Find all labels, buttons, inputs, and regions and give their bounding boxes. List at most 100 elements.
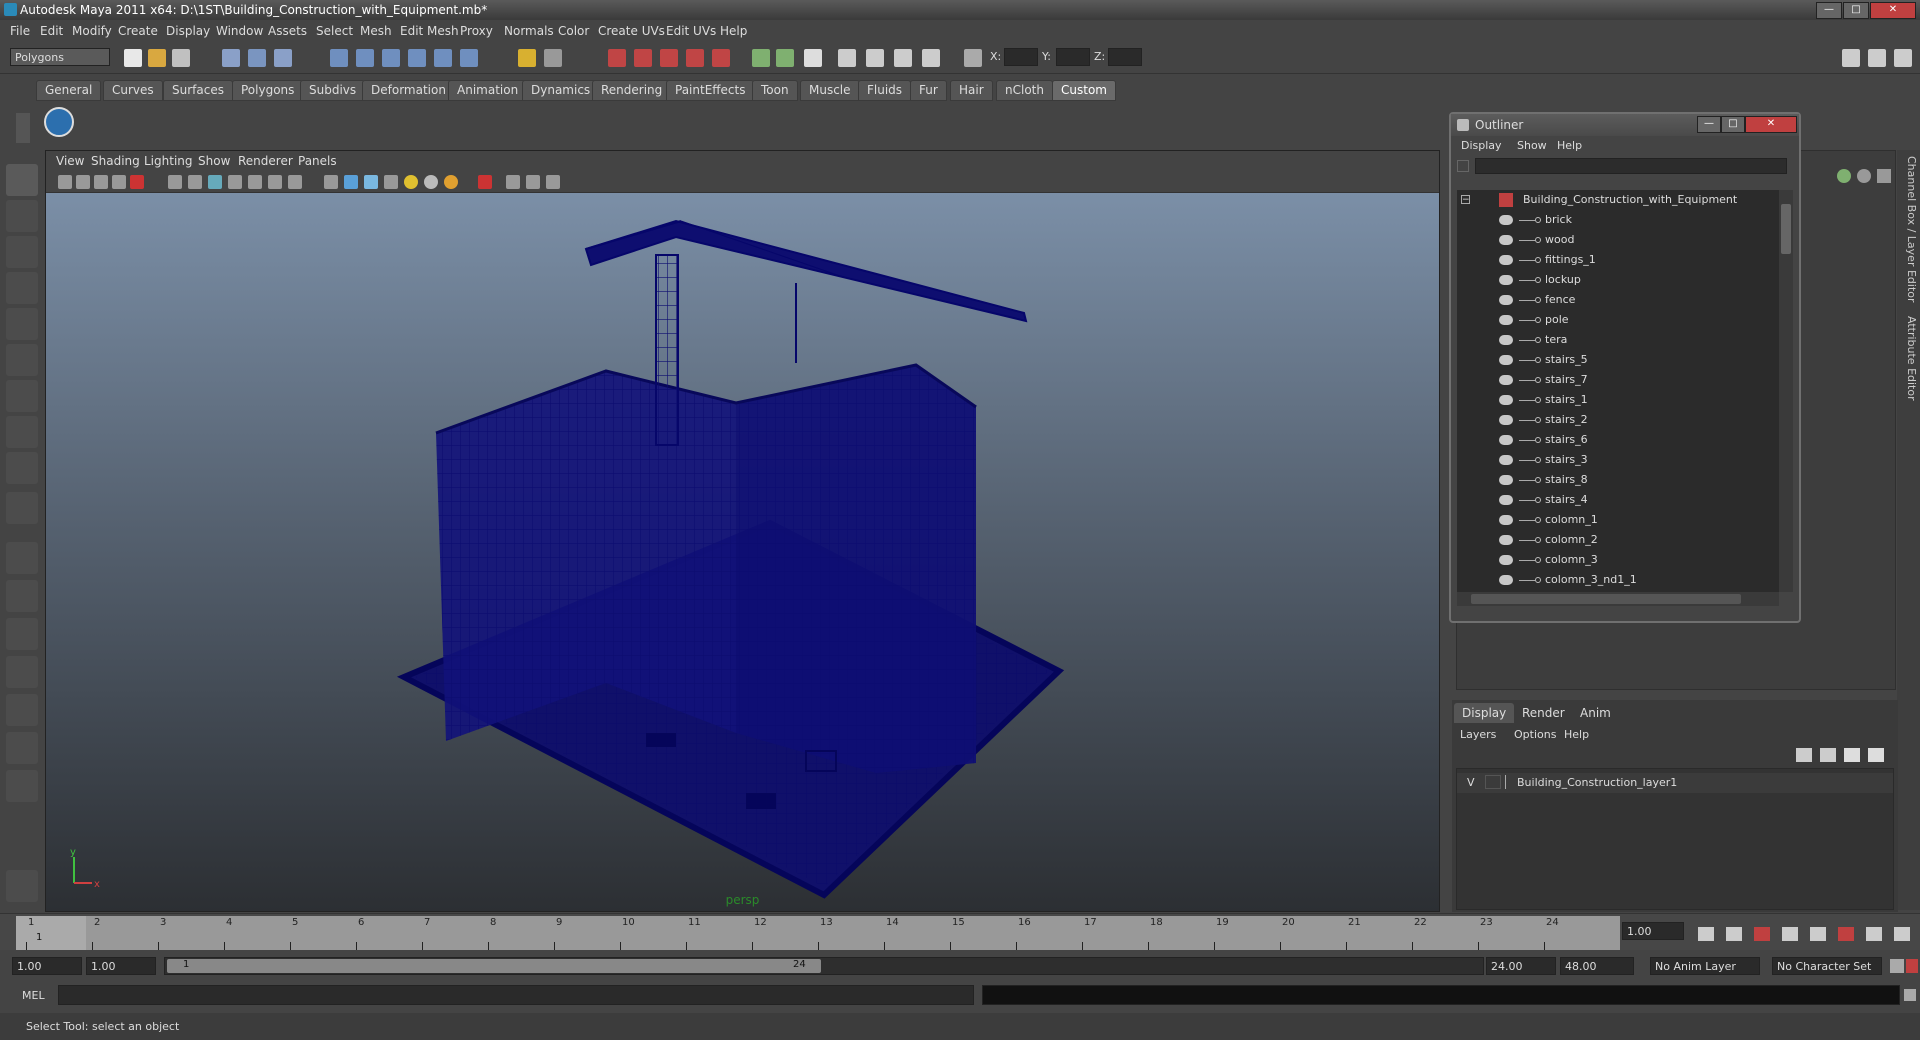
step-back-key-icon[interactable]	[1726, 927, 1742, 941]
outliner-item[interactable]: fence	[1457, 290, 1779, 310]
menu-edit[interactable]: Edit	[40, 24, 63, 38]
outliner-item[interactable]: stairs_4	[1457, 490, 1779, 510]
side-tab-attribute-editor[interactable]: Attribute Editor	[1899, 316, 1918, 401]
menu-edit-uvs[interactable]: Edit UVs	[666, 24, 716, 38]
default-light-icon[interactable]	[404, 175, 418, 189]
shelf-tab-surfaces[interactable]: Surfaces	[163, 80, 233, 101]
outliner-item[interactable]: colomn_3_nd1_1	[1457, 570, 1779, 590]
command-language-label[interactable]: MEL	[22, 989, 45, 1002]
script-editor-icon[interactable]	[1904, 989, 1916, 1001]
menu-color[interactable]: Color	[558, 24, 589, 38]
perspective-viewport[interactable]: View Shading Lighting Show Renderer Pane…	[45, 150, 1440, 912]
outliner-minimize-button[interactable]: —	[1697, 116, 1721, 133]
layer-tab-display[interactable]: Display	[1454, 703, 1515, 723]
outliner-menu-display[interactable]: Display	[1461, 139, 1502, 152]
animation-end-field[interactable]: 48.00	[1560, 957, 1634, 975]
shelf-tab-painteffects[interactable]: PaintEffects	[666, 80, 755, 101]
menu-window[interactable]: Window	[216, 24, 263, 38]
go-to-end-icon[interactable]	[1894, 927, 1910, 941]
shelf-tab-ncloth[interactable]: nCloth	[996, 80, 1053, 101]
outliner-item[interactable]: colomn_3	[1457, 550, 1779, 570]
snap-surface-icon[interactable]	[434, 49, 452, 67]
outliner-root-row[interactable]: − Building_Construction_with_Equipment	[1457, 190, 1779, 210]
render-view-icon[interactable]	[712, 49, 730, 67]
character-set-dropdown[interactable]: No Character Set	[1772, 957, 1882, 975]
viewport-menu-shading[interactable]: Shading	[91, 154, 140, 168]
new-scene-icon[interactable]	[124, 49, 142, 67]
toggle-channel-box-icon[interactable]	[1894, 49, 1912, 67]
layer-tab-anim[interactable]: Anim	[1572, 703, 1619, 723]
menu-display[interactable]: Display	[166, 24, 210, 38]
toggle-attribute-editor-icon[interactable]	[1868, 49, 1886, 67]
shelf-tab-muscle[interactable]: Muscle	[800, 80, 860, 101]
viewport-menu-renderer[interactable]: Renderer	[238, 154, 293, 168]
range-slider-track[interactable]: 1 24	[164, 957, 1484, 975]
shelf-tab-polygons[interactable]: Polygons	[232, 80, 304, 101]
layer-name[interactable]: Building_Construction_layer1	[1517, 776, 1677, 789]
play-forward-icon[interactable]	[1810, 927, 1826, 941]
settings-icon[interactable]	[6, 870, 38, 902]
last-tool-icon[interactable]	[6, 452, 38, 484]
outliner-vertical-scrollbar[interactable]	[1779, 190, 1793, 592]
menu-mesh[interactable]: Mesh	[360, 24, 392, 38]
menu-file[interactable]: File	[10, 24, 30, 38]
shelf-tab-rendering[interactable]: Rendering	[592, 80, 672, 101]
snap-point-icon[interactable]	[382, 49, 400, 67]
layer-menu-options[interactable]: Options	[1514, 728, 1556, 741]
field-chart-icon[interactable]	[248, 175, 262, 189]
new-layer-icon[interactable]	[1844, 748, 1860, 762]
hypershade-layout-icon[interactable]	[6, 694, 38, 726]
step-forward-key-icon[interactable]	[1866, 927, 1882, 941]
outliner-item[interactable]: stairs_2	[1457, 410, 1779, 430]
rotate-tool-icon[interactable]	[6, 308, 38, 340]
camera-attributes-icon[interactable]	[76, 175, 90, 189]
menu-help[interactable]: Help	[720, 24, 747, 38]
auto-key-icon[interactable]	[1890, 959, 1904, 973]
new-layer-selected-icon[interactable]	[1868, 748, 1884, 762]
collapse-icon[interactable]: −	[1461, 195, 1470, 205]
outliner-item[interactable]: stairs_7	[1457, 370, 1779, 390]
menu-proxy[interactable]: Proxy	[460, 24, 493, 38]
viewport-menu-show[interactable]: Show	[198, 154, 230, 168]
xray-components-icon[interactable]	[546, 175, 560, 189]
input-line-icon[interactable]	[752, 49, 770, 67]
outliner-item[interactable]: stairs_5	[1457, 350, 1779, 370]
ipr-render-icon[interactable]	[634, 49, 652, 67]
layer-row[interactable]: V Building_Construction_layer1	[1457, 773, 1893, 793]
menu-edit-mesh[interactable]: Edit Mesh	[400, 24, 459, 38]
smooth-shade-icon[interactable]	[344, 175, 358, 189]
channel-box-manipulator-icon[interactable]	[1837, 169, 1851, 183]
film-gate-icon[interactable]	[188, 175, 202, 189]
outliner-item[interactable]: pole	[1457, 310, 1779, 330]
viewport-menu-view[interactable]: View	[56, 154, 84, 168]
clipboard-icon[interactable]	[804, 49, 822, 67]
manipulator-tool-icon[interactable]	[6, 380, 38, 412]
outliner-item[interactable]: lockup	[1457, 270, 1779, 290]
lasso-tool-icon[interactable]	[6, 200, 38, 232]
command-input[interactable]	[58, 985, 974, 1005]
viewport-canvas[interactable]: y x persp	[46, 193, 1439, 911]
four-view-layout-icon[interactable]	[6, 580, 38, 612]
animation-start-field[interactable]: 1.00	[12, 957, 82, 975]
layer-menu-help[interactable]: Help	[1564, 728, 1589, 741]
outliner-item[interactable]: stairs_1	[1457, 390, 1779, 410]
scale-tool-icon[interactable]	[6, 344, 38, 376]
show-attribute-editor-icon[interactable]	[866, 49, 884, 67]
outliner-menu-help[interactable]: Help	[1557, 139, 1582, 152]
side-tab-channel-box[interactable]: Channel Box / Layer Editor	[1899, 156, 1918, 303]
menu-select[interactable]: Select	[316, 24, 353, 38]
outliner-horizontal-scroll-thumb[interactable]	[1471, 594, 1741, 604]
snap-plane-icon[interactable]	[408, 49, 426, 67]
outliner-close-button[interactable]: ✕	[1745, 116, 1797, 133]
move-layer-up-icon[interactable]	[1796, 748, 1812, 762]
select-object-icon[interactable]	[248, 49, 266, 67]
safe-title-icon[interactable]	[288, 175, 302, 189]
shelf-menu-icon[interactable]	[16, 113, 30, 143]
outliner-search-input[interactable]	[1475, 158, 1787, 174]
outliner-menu-show[interactable]: Show	[1517, 139, 1547, 152]
safe-action-icon[interactable]	[268, 175, 282, 189]
layer-type-toggle[interactable]	[1485, 775, 1501, 789]
camera-select-icon[interactable]	[58, 175, 72, 189]
xray-icon[interactable]	[506, 175, 520, 189]
flat-shade-icon[interactable]	[364, 175, 378, 189]
